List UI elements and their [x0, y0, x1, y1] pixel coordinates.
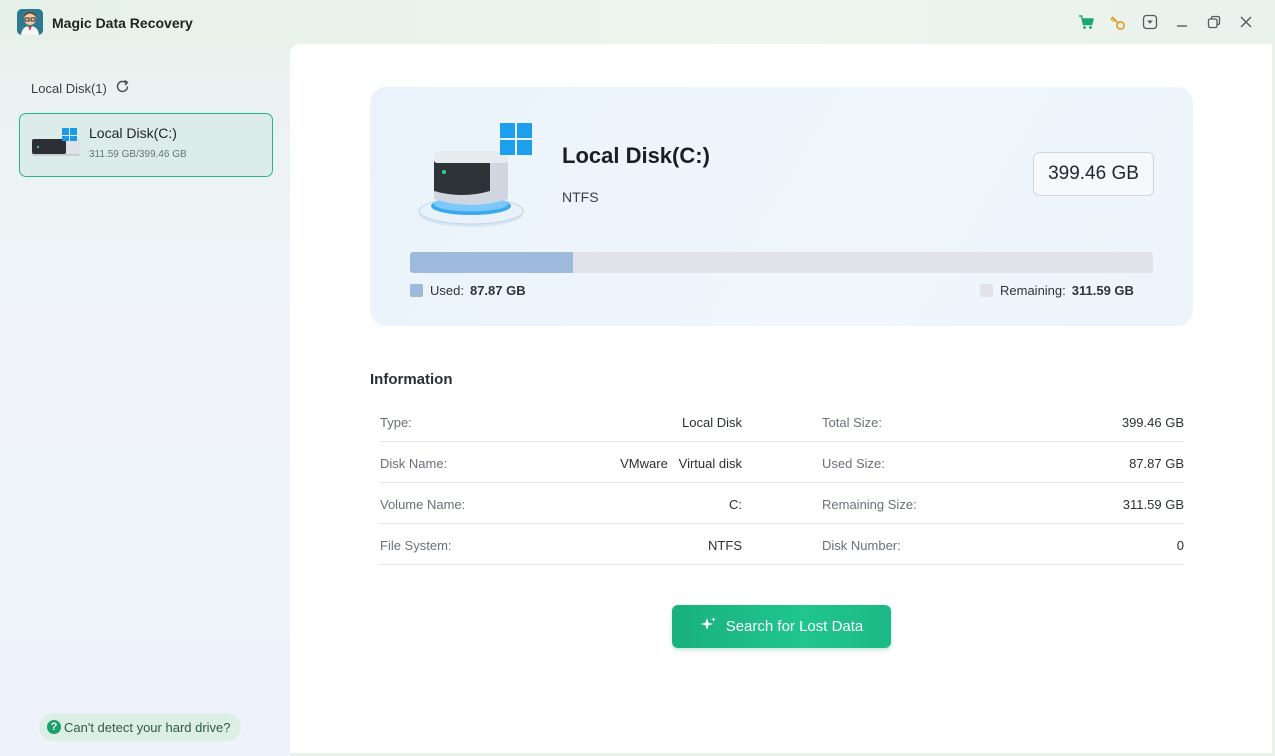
title-bar: Magic Data Recovery: [0, 0, 1275, 44]
info-key: Used Size:: [822, 456, 885, 471]
disk-filesystem: NTFS: [562, 189, 599, 205]
remaining-value: 311.59 GB: [1071, 283, 1134, 298]
key-icon[interactable]: [1108, 12, 1128, 32]
app-title: Magic Data Recovery: [52, 15, 193, 31]
disk-list-header: Local Disk(1): [31, 79, 130, 97]
disk-usage-fill: [410, 252, 574, 273]
disk-summary-card: Local Disk(C:) NTFS 399.46 GB Used: 87.8…: [370, 87, 1193, 326]
app-logo-icon: [17, 9, 43, 35]
info-value: 87.87 GB: [1129, 456, 1184, 471]
used-label: Used:: [430, 283, 464, 298]
disk-item-name: Local Disk(C:): [89, 125, 177, 141]
info-value: 399.46 GB: [1121, 415, 1184, 430]
hard-drive-icon: [414, 123, 544, 238]
refresh-icon[interactable]: [115, 79, 130, 97]
search-lost-data-button[interactable]: Search for Lost Data: [672, 605, 891, 648]
information-table: Type: Local Disk Total Size: 399.46 GB D…: [380, 401, 1184, 565]
info-key: Disk Number:: [822, 538, 901, 553]
disk-usage-bar: [410, 252, 1153, 273]
info-key: Total Size:: [822, 415, 882, 430]
main-panel: Local Disk(C:) NTFS 399.46 GB Used: 87.8…: [290, 44, 1272, 753]
used-value: 87.87 GB: [469, 283, 526, 298]
disk-item-c[interactable]: Local Disk(C:) 311.59 GB/399.46 GB: [19, 113, 273, 177]
cart-icon[interactable]: [1076, 12, 1096, 32]
info-key: Volume Name:: [380, 497, 466, 512]
remaining-label: Remaining:: [1000, 283, 1066, 298]
disk-drive-icon: [30, 126, 82, 165]
info-value: NTFS: [708, 538, 742, 553]
minimize-icon[interactable]: [1172, 12, 1192, 32]
remaining-swatch: [980, 284, 993, 297]
info-row: Type: Local Disk Total Size: 399.46 GB: [380, 401, 1184, 442]
search-button-label: Search for Lost Data: [725, 618, 864, 635]
info-row: File System: NTFS Disk Number: 0: [380, 524, 1184, 565]
help-icon: ?: [47, 720, 61, 734]
info-value: VMware Virtual disk: [620, 456, 742, 471]
info-key: File System:: [380, 538, 452, 553]
info-row: Disk Name: VMware Virtual disk Used Size…: [380, 442, 1184, 483]
close-icon[interactable]: [1236, 12, 1256, 32]
cant-detect-drive-link[interactable]: ? Can't detect your hard drive?: [39, 713, 241, 741]
used-swatch: [410, 284, 423, 297]
info-value: 0: [1176, 538, 1184, 553]
info-row: Volume Name: C: Remaining Size: 311.59 G…: [380, 483, 1184, 524]
info-value: C:: [729, 497, 742, 512]
info-value: 311.59 GB: [1122, 497, 1184, 512]
menu-dropdown-icon[interactable]: [1140, 12, 1160, 32]
information-heading: Information: [370, 371, 453, 388]
restore-icon[interactable]: [1204, 12, 1224, 32]
disk-total-size-badge: 399.46 GB: [1033, 152, 1154, 196]
sparkle-icon: [700, 616, 718, 638]
info-value: Local Disk: [682, 415, 742, 430]
disk-list-title: Local Disk(1): [31, 80, 107, 96]
used-legend: Used: 87.87 GB: [410, 283, 526, 298]
help-link-label: Can't detect your hard drive?: [64, 719, 231, 735]
info-key: Disk Name:: [380, 456, 448, 471]
disk-title: Local Disk(C:): [562, 143, 710, 168]
info-key: Remaining Size:: [822, 497, 917, 512]
disk-item-size: 311.59 GB/399.46 GB: [89, 149, 187, 160]
info-key: Type:: [380, 415, 412, 430]
remaining-legend: Remaining: 311.59 GB: [980, 283, 1134, 298]
sidebar: Local Disk(1) Local Disk(C:) 311.59 GB/3…: [0, 44, 290, 756]
